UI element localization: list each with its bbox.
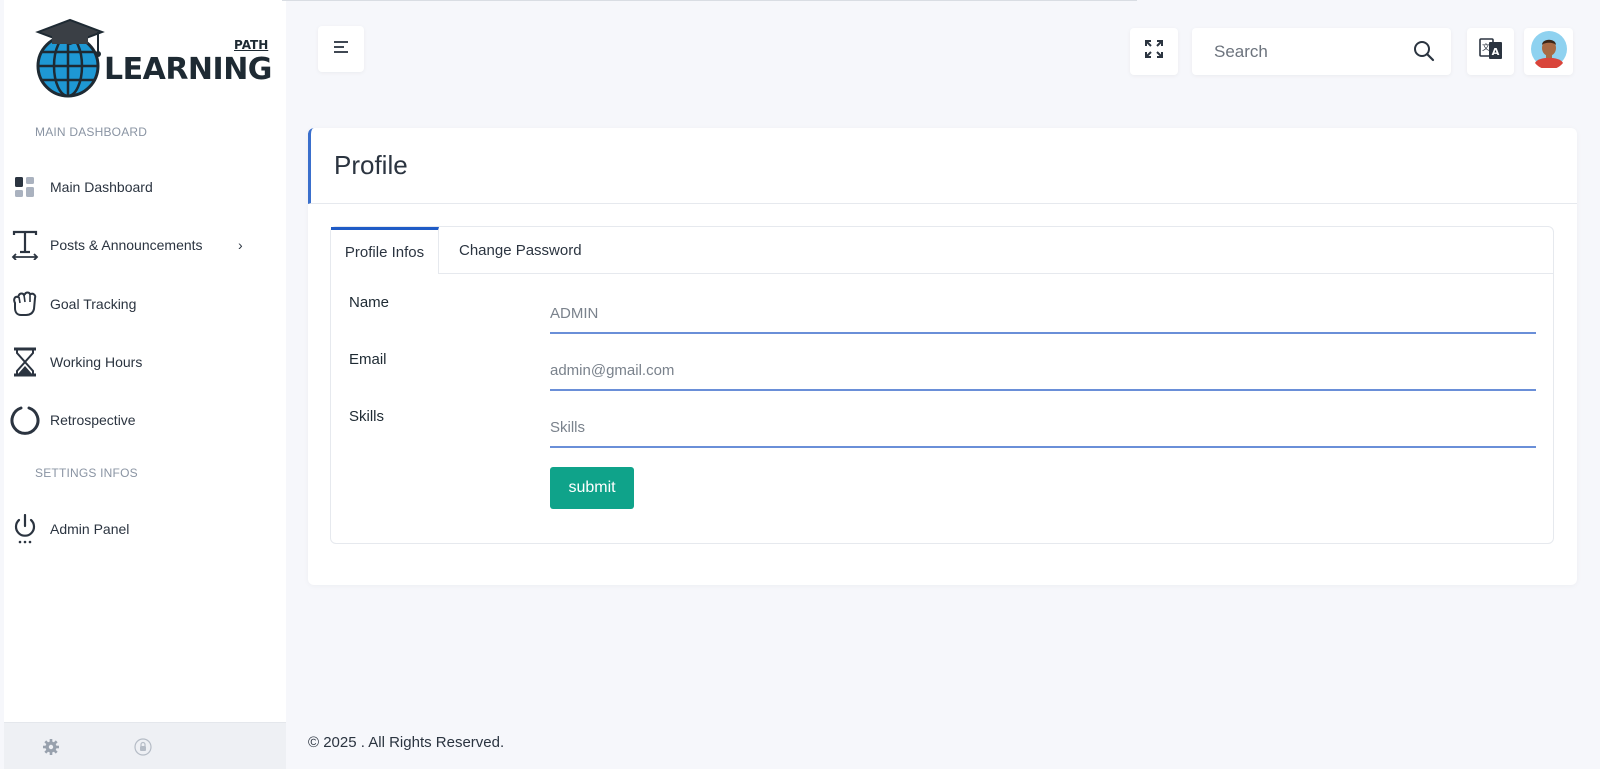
- power-icon: [10, 514, 40, 544]
- hourglass-icon: [10, 347, 40, 377]
- skills-field[interactable]: [550, 408, 1536, 448]
- circle-progress-icon: [10, 405, 40, 435]
- fullscreen-icon: [1144, 39, 1164, 64]
- fullscreen-button[interactable]: [1130, 28, 1178, 75]
- hand-icon: [10, 289, 40, 319]
- sidebar-item-label: Main Dashboard: [50, 179, 153, 195]
- copyright-text: © 2025 . All Rights Reserved.: [308, 734, 505, 751]
- sidebar-footer: [4, 722, 286, 769]
- search-input[interactable]: [1214, 41, 1414, 62]
- gear-icon[interactable]: [42, 738, 60, 756]
- chevron-right-icon[interactable]: ›: [238, 237, 243, 253]
- svg-text:文: 文: [1482, 42, 1490, 52]
- user-avatar-button[interactable]: [1524, 28, 1573, 75]
- translate-icon: A 文: [1478, 36, 1504, 67]
- section-title-main: MAIN DASHBOARD: [35, 125, 148, 139]
- svg-text:A: A: [1491, 47, 1499, 58]
- profile-tabs-panel: Profile Infos Change Password Name Email…: [330, 226, 1554, 544]
- top-divider: [282, 0, 1137, 1]
- sidebar-item-label: Working Hours: [50, 354, 143, 370]
- search-icon[interactable]: [1413, 40, 1435, 67]
- globe-graduation-icon: [35, 18, 105, 98]
- search-bar[interactable]: [1192, 28, 1451, 75]
- text-icon: [10, 230, 40, 260]
- sidebar-item-retrospective[interactable]: Retrospective: [4, 398, 286, 442]
- dashboard-grid-icon: [10, 172, 40, 202]
- name-field[interactable]: [550, 294, 1536, 334]
- submit-button[interactable]: submit: [550, 467, 634, 509]
- tab-bar: Profile Infos Change Password: [331, 227, 1553, 274]
- logo-subtext: PATH: [234, 38, 269, 52]
- avatar: [1530, 30, 1568, 73]
- card-header: Profile: [308, 128, 1577, 204]
- profile-card: Profile Profile Infos Change Password Na…: [308, 128, 1577, 585]
- skills-label: Skills: [349, 408, 385, 425]
- sidebar-item-main-dashboard[interactable]: Main Dashboard: [4, 165, 286, 209]
- sidebar: LEARNING PATH MAIN DASHBOARD Main Dashbo…: [4, 0, 286, 769]
- learning-path-logo[interactable]: LEARNING PATH: [34, 18, 274, 104]
- name-label: Name: [349, 294, 390, 311]
- page-title: Profile: [334, 150, 408, 180]
- section-title-settings: SETTINGS INFOS: [35, 466, 138, 480]
- sidebar-item-goal-tracking[interactable]: Goal Tracking: [4, 282, 286, 326]
- sidebar-item-label: Retrospective: [50, 412, 136, 428]
- sidebar-item-label: Admin Panel: [50, 521, 130, 537]
- logo-text: LEARNING: [104, 52, 272, 87]
- hamburger-icon: [332, 39, 350, 60]
- language-button[interactable]: A 文: [1467, 28, 1514, 75]
- sidebar-item-working-hours[interactable]: Working Hours: [4, 340, 286, 384]
- sidebar-item-label: Posts & Announcements: [50, 237, 203, 253]
- email-field[interactable]: [550, 351, 1536, 391]
- menu-toggle-button[interactable]: [318, 26, 364, 72]
- sidebar-item-admin-panel[interactable]: Admin Panel: [4, 507, 286, 551]
- sidebar-item-posts-announcements[interactable]: Posts & Announcements ›: [4, 223, 286, 267]
- lock-icon[interactable]: [134, 738, 152, 756]
- sidebar-item-label: Goal Tracking: [50, 296, 137, 312]
- tab-profile-infos[interactable]: Profile Infos: [331, 227, 439, 274]
- tab-change-password[interactable]: Change Password: [459, 227, 582, 274]
- email-label: Email: [349, 351, 387, 368]
